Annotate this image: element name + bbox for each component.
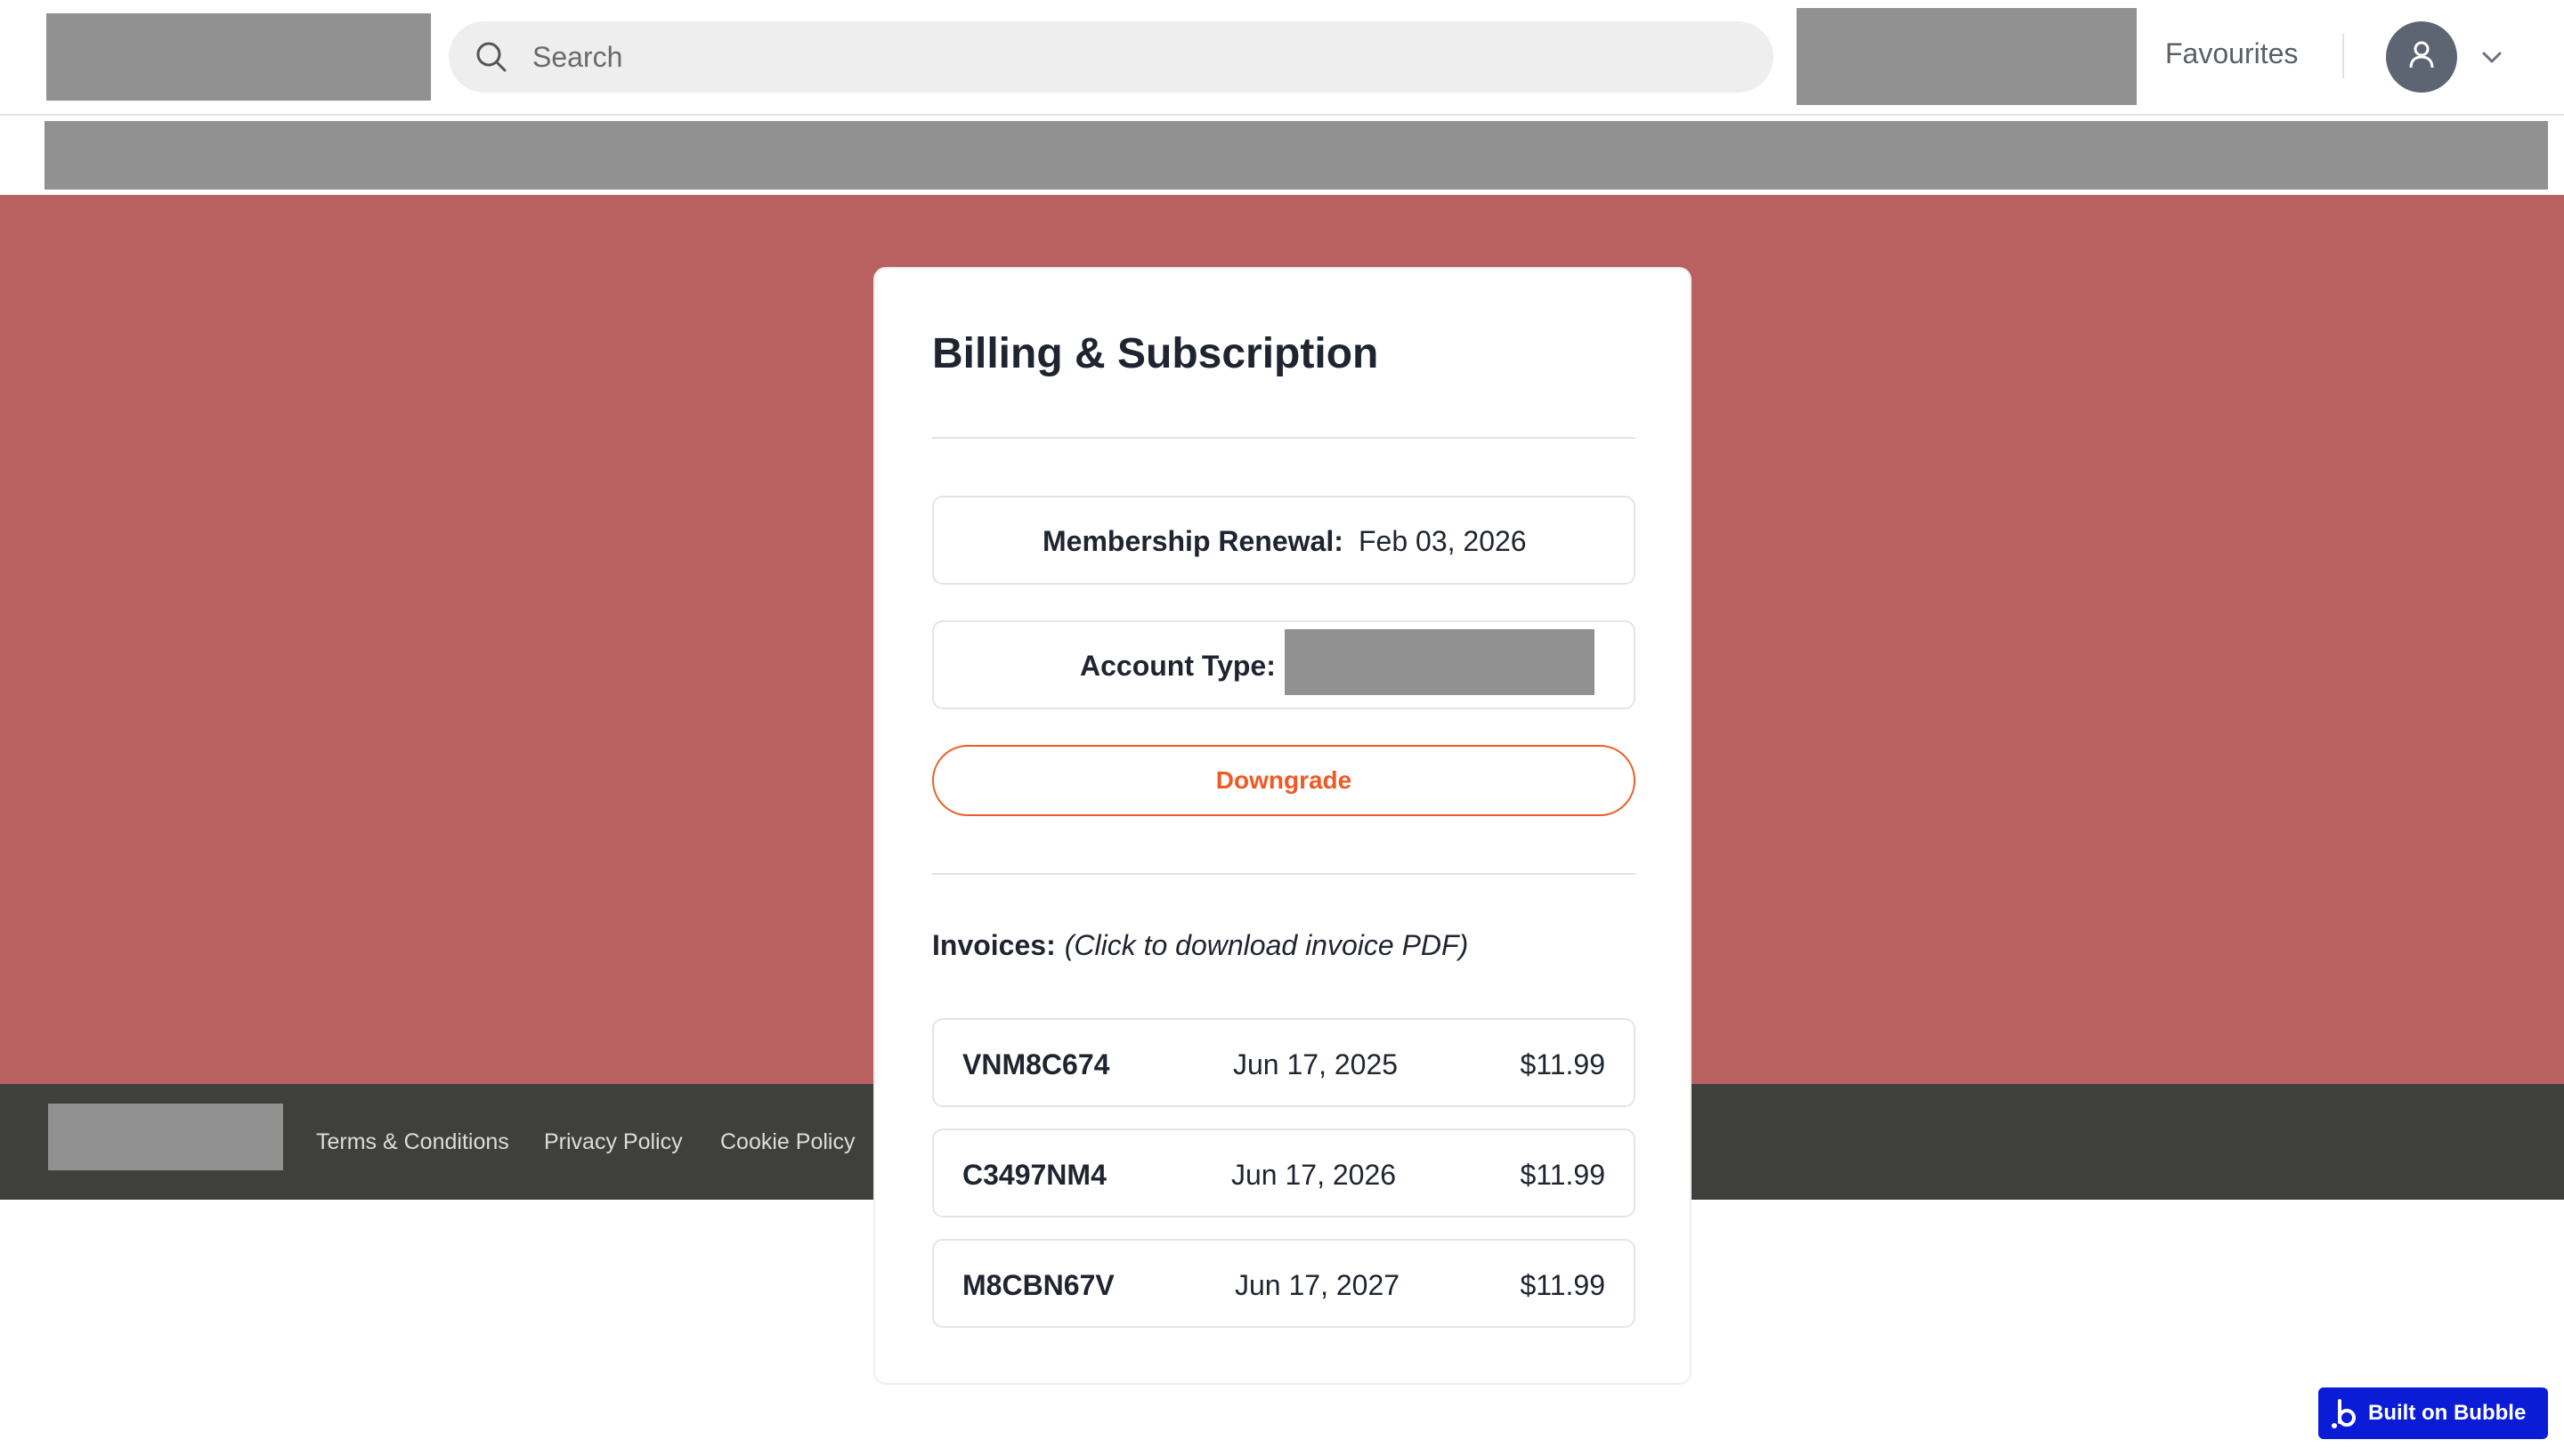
invoice-row[interactable]: M8CBN67V Jun 17, 2027 $11.99	[932, 1239, 1635, 1328]
page: Favourites Terms & Conditions Privacy Po…	[0, 0, 2564, 1456]
badge-label: Built on Bubble	[2368, 1401, 2527, 1425]
invoice-date: Jun 17, 2027	[1235, 1269, 1400, 1301]
bubble-logo-icon	[2331, 1395, 2359, 1431]
membership-renewal-box: Membership Renewal: Feb 03, 2026	[932, 496, 1635, 585]
built-on-bubble-badge[interactable]: Built on Bubble	[2318, 1387, 2548, 1439]
membership-renewal-label: Membership Renewal:	[1043, 525, 1343, 557]
divider	[932, 437, 1635, 439]
invoice-date: Jun 17, 2026	[1231, 1159, 1397, 1191]
invoice-id: C3497NM4	[962, 1159, 1107, 1191]
invoices-label: Invoices:	[932, 929, 1056, 961]
chevron-down-icon[interactable]	[2479, 44, 2505, 71]
billing-card: Billing & Subscription Membership Renewa…	[873, 267, 1692, 1385]
header-divider	[2342, 34, 2344, 78]
account-type-box: Account Type:	[932, 620, 1635, 709]
invoice-amount: $11.99	[1520, 1269, 1606, 1301]
announcement-placeholder	[45, 121, 2548, 190]
user-icon	[2404, 37, 2439, 77]
downgrade-button[interactable]: Downgrade	[932, 745, 1635, 816]
page-title: Billing & Subscription	[932, 330, 1379, 377]
search-input[interactable]	[532, 40, 1690, 74]
user-avatar[interactable]	[2386, 21, 2457, 93]
invoice-amount: $11.99	[1520, 1048, 1606, 1080]
account-type-label: Account Type:	[1080, 650, 1276, 682]
privacy-policy-link[interactable]: Privacy Policy	[544, 1129, 683, 1155]
invoice-row[interactable]: C3497NM4 Jun 17, 2026 $11.99	[932, 1128, 1635, 1217]
invoices-heading: Invoices: (Click to download invoice PDF)	[932, 929, 1468, 962]
invoice-date: Jun 17, 2025	[1233, 1048, 1399, 1080]
footer-logo-placeholder[interactable]	[48, 1104, 283, 1170]
invoices-hint: (Click to download invoice PDF)	[1064, 929, 1469, 961]
top-nav: Favourites	[0, 0, 2564, 116]
invoice-row[interactable]: VNM8C674 Jun 17, 2025 $11.99	[932, 1018, 1635, 1107]
header-banner-placeholder[interactable]	[1797, 8, 2137, 105]
cookie-policy-link[interactable]: Cookie Policy	[720, 1129, 855, 1155]
logo-placeholder[interactable]	[46, 13, 431, 101]
invoice-id: M8CBN67V	[962, 1269, 1115, 1301]
search-icon	[474, 39, 509, 75]
membership-renewal-value: Feb 03, 2026	[1359, 525, 1527, 557]
divider	[932, 873, 1635, 875]
invoice-id: VNM8C674	[962, 1048, 1110, 1080]
account-type-value-placeholder	[1285, 629, 1594, 695]
search-bar[interactable]	[449, 21, 1773, 93]
invoice-amount: $11.99	[1520, 1159, 1606, 1191]
favourites-link[interactable]: Favourites	[2165, 37, 2298, 70]
terms-link[interactable]: Terms & Conditions	[316, 1129, 509, 1155]
